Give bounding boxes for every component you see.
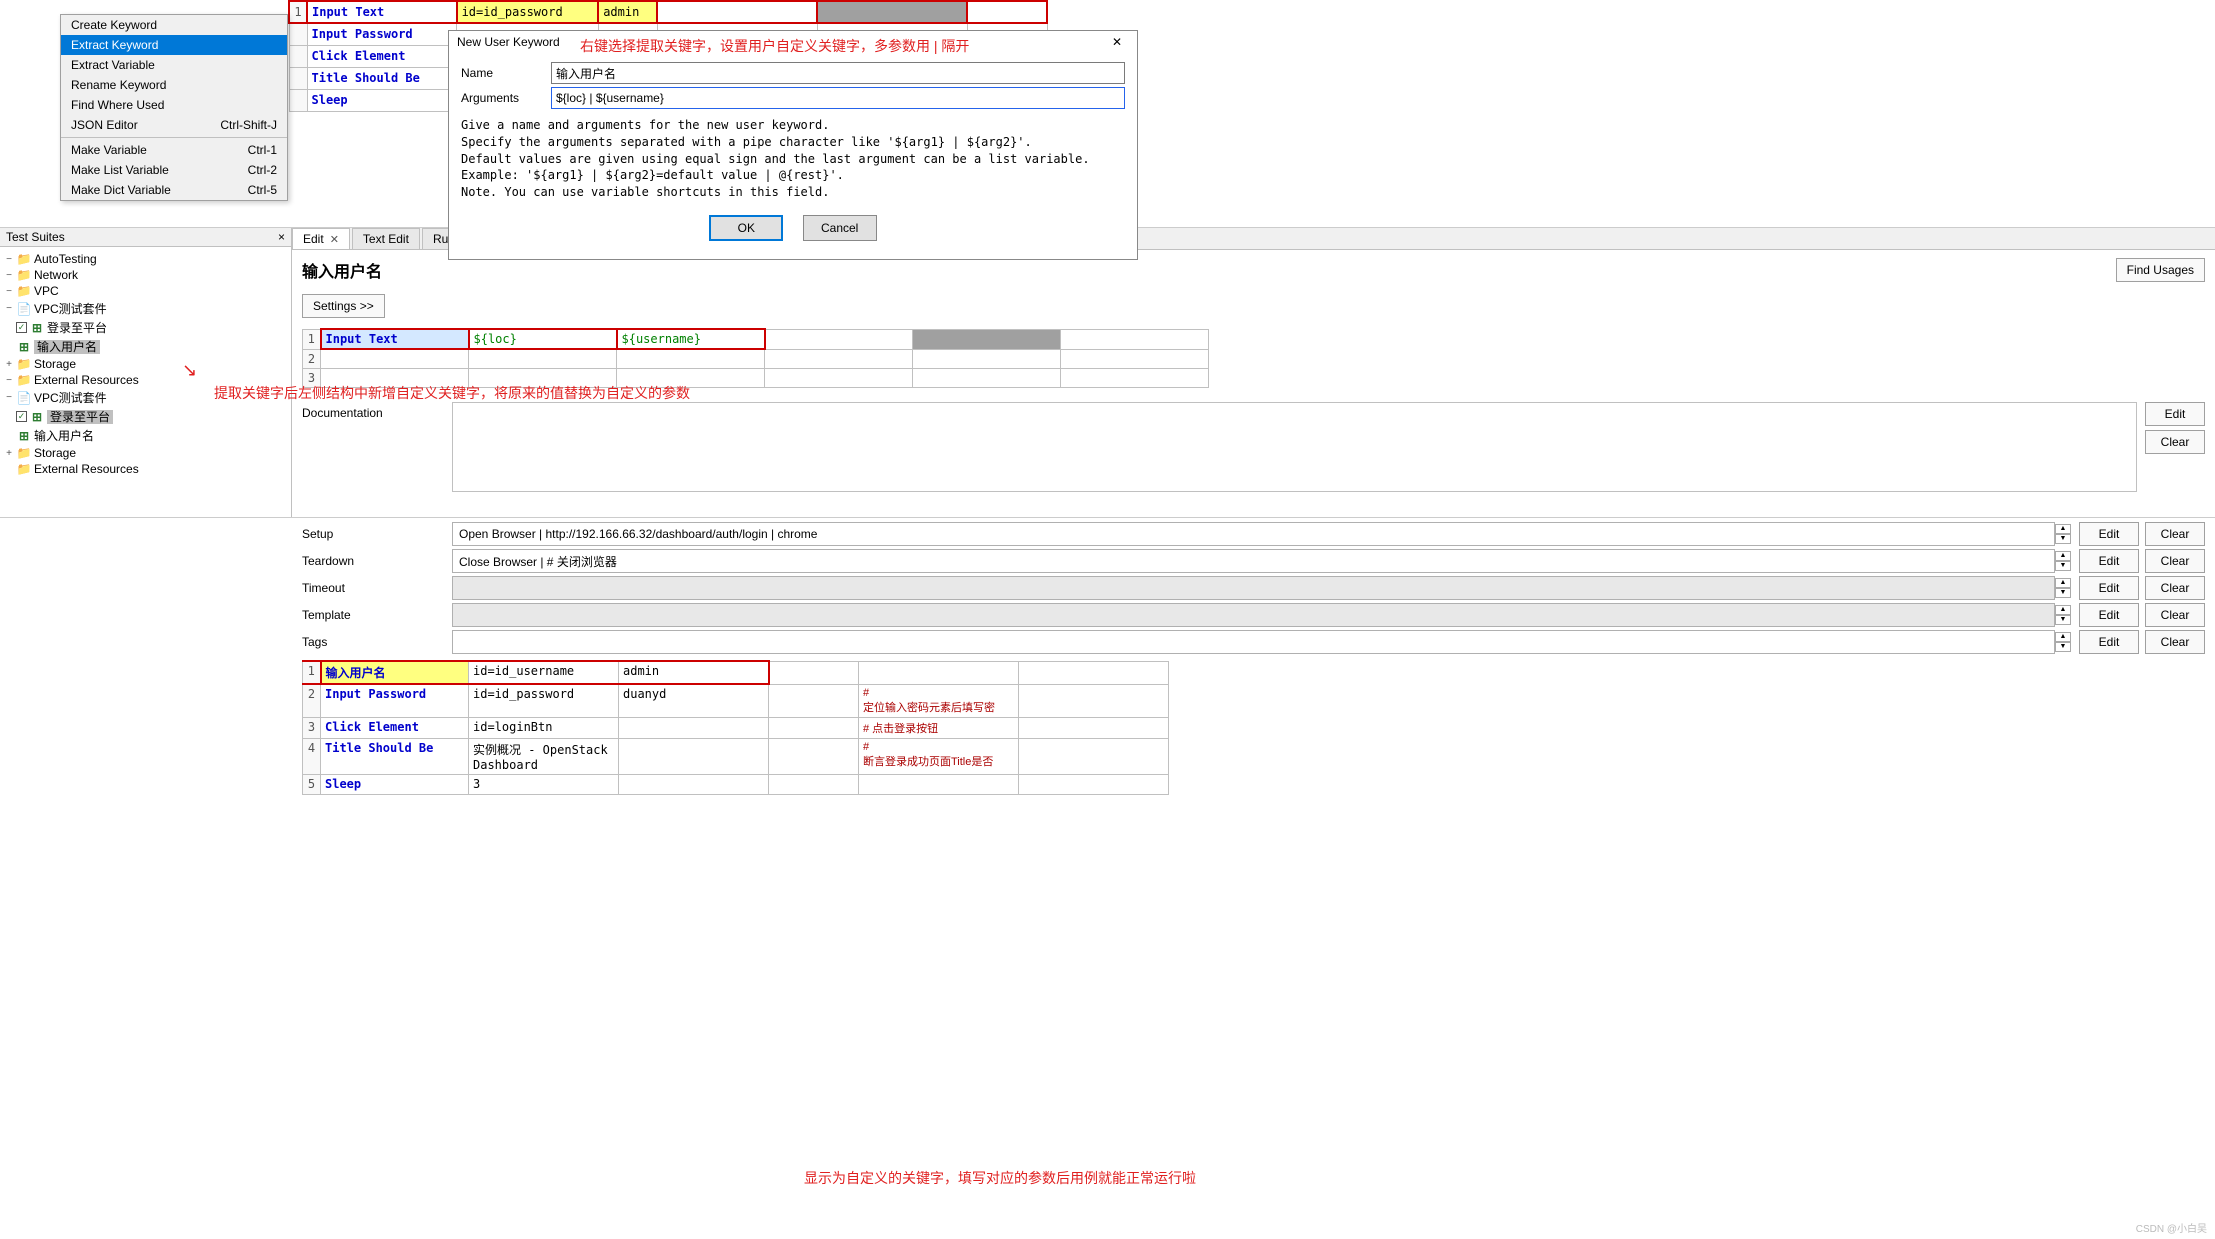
- annotation-3: 显示为自定义的关键字，填写对应的参数后用例就能正常运行啦: [804, 1168, 1196, 1188]
- edit-button[interactable]: Edit: [2079, 576, 2139, 600]
- config-value[interactable]: Close Browser | # 关闭浏览器: [452, 549, 2055, 573]
- doc-clear-button[interactable]: Clear: [2145, 430, 2205, 454]
- tree-node[interactable]: ⊞输入用户名: [2, 426, 289, 445]
- spin-up-icon[interactable]: ▲: [2055, 632, 2071, 642]
- edit-button[interactable]: Edit: [2079, 603, 2139, 627]
- menu-item[interactable]: Create Keyword: [61, 15, 287, 35]
- tree-node[interactable]: −📄VPC测试套件: [2, 299, 289, 318]
- watermark: CSDN @小白吴: [2136, 1220, 2207, 1235]
- context-menu: Create KeywordExtract KeywordExtract Var…: [60, 14, 288, 201]
- find-usages-button[interactable]: Find Usages: [2116, 258, 2205, 282]
- spin-down-icon[interactable]: ▼: [2055, 561, 2071, 571]
- config-label: Setup: [302, 527, 452, 541]
- edit-button[interactable]: Edit: [2079, 630, 2139, 654]
- config-label: Tags: [302, 635, 452, 649]
- annotation-2: 提取关键字后左侧结构中新增自定义关键字，将原来的值替换为自定义的参数: [214, 383, 914, 403]
- spin-down-icon[interactable]: ▼: [2055, 588, 2071, 598]
- clear-button[interactable]: Clear: [2145, 549, 2205, 573]
- config-label: Timeout: [302, 581, 452, 595]
- settings-button[interactable]: Settings >>: [302, 294, 385, 318]
- menu-item[interactable]: Rename Keyword: [61, 75, 287, 95]
- edit-button[interactable]: Edit: [2079, 522, 2139, 546]
- tree-node[interactable]: ✓⊞登录至平台: [2, 318, 289, 337]
- page-title: 输入用户名: [302, 258, 382, 282]
- edit-button[interactable]: Edit: [2079, 549, 2139, 573]
- spin-up-icon[interactable]: ▲: [2055, 605, 2071, 615]
- tree-node[interactable]: −📁VPC: [2, 283, 289, 299]
- spin-down-icon[interactable]: ▼: [2055, 534, 2071, 544]
- documentation-label: Documentation: [302, 402, 452, 420]
- arguments-label: Arguments: [461, 91, 551, 105]
- tab-text-edit[interactable]: Text Edit: [352, 228, 420, 249]
- config-value[interactable]: [452, 603, 2055, 627]
- tree-node[interactable]: +📁Storage: [2, 356, 289, 372]
- collapse-icon[interactable]: ×: [278, 230, 285, 244]
- bottom-test-grid: 1输入用户名id=id_usernameadmin2Input Password…: [302, 660, 2205, 795]
- config-label: Teardown: [302, 554, 452, 568]
- tree-node[interactable]: −📁Network: [2, 267, 289, 283]
- mid-keyword-grid: 1Input Text${loc}${username}23: [302, 328, 2205, 388]
- arguments-input[interactable]: [551, 87, 1125, 109]
- red-arrow-icon: ↘: [182, 360, 197, 381]
- ok-button[interactable]: OK: [709, 215, 783, 241]
- tree-node[interactable]: ✓⊞登录至平台: [2, 407, 289, 426]
- menu-item[interactable]: Extract Keyword: [61, 35, 287, 55]
- clear-button[interactable]: Clear: [2145, 603, 2205, 627]
- name-input[interactable]: [551, 62, 1125, 84]
- config-value[interactable]: Open Browser | http://192.166.66.32/dash…: [452, 522, 2055, 546]
- new-user-keyword-dialog: New User Keyword ✕ Name Arguments Give a…: [448, 30, 1138, 260]
- dialog-help-text: Give a name and arguments for the new us…: [461, 117, 1125, 201]
- documentation-box[interactable]: [452, 402, 2137, 492]
- side-panel-header: Test Suites: [6, 230, 65, 244]
- clear-button[interactable]: Clear: [2145, 630, 2205, 654]
- menu-item[interactable]: Find Where Used: [61, 95, 287, 115]
- annotation-1: 右键选择提取关键字，设置用户自定义关键字，多参数用 | 隔开: [580, 36, 969, 56]
- clear-button[interactable]: Clear: [2145, 576, 2205, 600]
- spin-down-icon[interactable]: ▼: [2055, 642, 2071, 652]
- spin-down-icon[interactable]: ▼: [2055, 615, 2071, 625]
- spin-up-icon[interactable]: ▲: [2055, 524, 2071, 534]
- close-icon[interactable]: ✕: [330, 233, 339, 246]
- tree-node[interactable]: −📁AutoTesting: [2, 251, 289, 267]
- close-icon[interactable]: ✕: [1105, 35, 1129, 49]
- cancel-button[interactable]: Cancel: [803, 215, 877, 241]
- menu-item[interactable]: Extract Variable: [61, 55, 287, 75]
- dialog-title: New User Keyword: [457, 35, 560, 49]
- tab-edit[interactable]: Edit✕: [292, 228, 350, 249]
- clear-button[interactable]: Clear: [2145, 522, 2205, 546]
- tree-node[interactable]: +📁Storage: [2, 445, 289, 461]
- spin-up-icon[interactable]: ▲: [2055, 551, 2071, 561]
- menu-item[interactable]: Make VariableCtrl-1: [61, 140, 287, 160]
- tree-node[interactable]: 📁External Resources: [2, 461, 289, 477]
- tree-node[interactable]: ⊞输入用户名: [2, 337, 289, 356]
- menu-item[interactable]: Make List VariableCtrl-2: [61, 160, 287, 180]
- config-label: Template: [302, 608, 452, 622]
- name-label: Name: [461, 66, 551, 80]
- menu-item[interactable]: Make Dict VariableCtrl-5: [61, 180, 287, 200]
- spin-up-icon[interactable]: ▲: [2055, 578, 2071, 588]
- doc-edit-button[interactable]: Edit: [2145, 402, 2205, 426]
- menu-item[interactable]: JSON EditorCtrl-Shift-J: [61, 115, 287, 135]
- config-value[interactable]: [452, 630, 2055, 654]
- config-value[interactable]: [452, 576, 2055, 600]
- menu-separator: [61, 137, 287, 138]
